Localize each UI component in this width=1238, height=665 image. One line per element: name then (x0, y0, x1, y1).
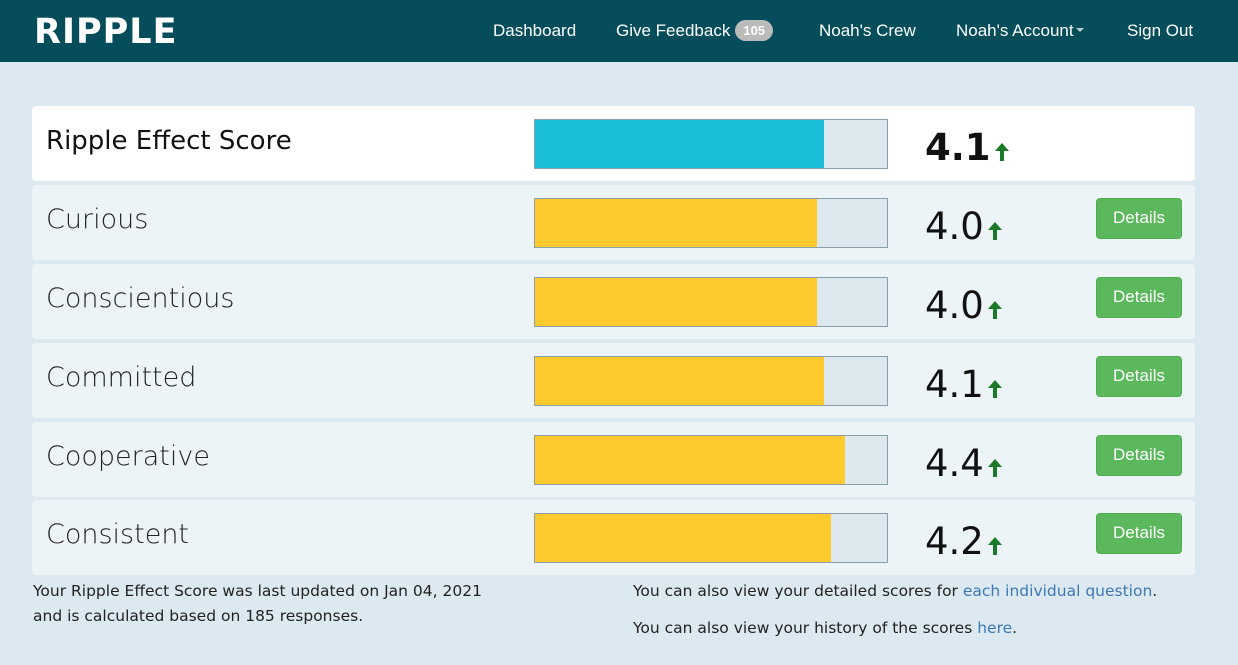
score-label: Consistent (46, 519, 190, 550)
score-value: 4.0 (925, 284, 1002, 328)
score-value: 4.0 (925, 205, 1002, 249)
score-number: 4.4 (925, 442, 984, 485)
score-bar-fill (535, 199, 817, 247)
trend-up-icon (987, 537, 1002, 555)
score-value: 4.1 (925, 126, 1009, 170)
score-value: 4.4 (925, 442, 1002, 486)
score-row-ripple-effect: Ripple Effect Score 4.1 (32, 106, 1195, 181)
score-update-line-1: Your Ripple Effect Score was last update… (33, 582, 482, 600)
trend-up-icon (987, 301, 1002, 319)
nav-account-dropdown[interactable]: Noah's Account (956, 20, 1084, 42)
feedback-count-badge: 105 (735, 20, 774, 41)
nav-account-label: Noah's Account (956, 21, 1074, 40)
score-update-line-2: and is calculated based on 185 responses… (33, 607, 364, 625)
score-row-curious: Curious 4.0 Details (32, 185, 1195, 260)
score-bar (534, 119, 888, 169)
score-value: 4.2 (925, 520, 1002, 564)
score-number: 4.2 (925, 520, 984, 563)
score-label: Ripple Effect Score (46, 126, 292, 156)
details-button-cooperative[interactable]: Details (1096, 435, 1182, 476)
score-bar (534, 277, 888, 327)
score-bar (534, 513, 888, 563)
score-row-committed: Committed 4.1 Details (32, 343, 1195, 418)
trend-up-icon (994, 143, 1009, 161)
details-button-consistent[interactable]: Details (1096, 513, 1182, 554)
score-bar-fill (535, 357, 824, 405)
score-bar (534, 435, 888, 485)
score-row-consistent: Consistent 4.2 Details (32, 500, 1195, 575)
score-update-note: Your Ripple Effect Score was last update… (33, 579, 482, 629)
history-suffix: . (1012, 619, 1018, 637)
nav-give-feedback-label: Give Feedback (616, 21, 731, 40)
score-label: Curious (46, 204, 149, 235)
score-value: 4.1 (925, 363, 1002, 407)
score-number: 4.1 (925, 126, 991, 169)
detailed-scores-note: You can also view your detailed scores f… (633, 579, 1157, 604)
score-label: Cooperative (46, 441, 210, 472)
score-row-conscientious: Conscientious 4.0 Details (32, 264, 1195, 339)
score-bar-fill (535, 514, 831, 562)
top-navbar: RIPPLE Dashboard Give Feedback 105 Noah's… (0, 0, 1238, 62)
score-row-cooperative: Cooperative 4.4 Details (32, 422, 1195, 497)
score-label: Conscientious (46, 283, 235, 314)
trend-up-icon (987, 380, 1002, 398)
trend-up-icon (987, 222, 1002, 240)
ripple-logo[interactable]: RIPPLE (34, 10, 178, 54)
nav-dashboard[interactable]: Dashboard (493, 20, 576, 42)
score-bar-fill (535, 436, 845, 484)
score-bar-fill (535, 278, 817, 326)
history-prefix: You can also view your history of the sc… (633, 619, 978, 637)
score-number: 4.0 (925, 284, 984, 327)
nav-give-feedback[interactable]: Give Feedback 105 (616, 20, 774, 42)
history-link[interactable]: here (977, 619, 1012, 637)
details-button-curious[interactable]: Details (1096, 198, 1182, 239)
detailed-scores-suffix: . (1152, 582, 1158, 600)
details-button-conscientious[interactable]: Details (1096, 277, 1182, 318)
score-number: 4.1 (925, 363, 984, 406)
trend-up-icon (987, 459, 1002, 477)
individual-question-link[interactable]: each individual question (963, 582, 1152, 600)
score-bar-fill (535, 120, 824, 168)
score-bar (534, 198, 888, 248)
nav-crew[interactable]: Noah's Crew (819, 20, 916, 42)
detailed-scores-prefix: You can also view your detailed scores f… (633, 582, 963, 600)
score-number: 4.0 (925, 205, 984, 248)
score-label: Committed (46, 362, 197, 393)
nav-sign-out[interactable]: Sign Out (1127, 20, 1193, 42)
history-note: You can also view your history of the sc… (633, 616, 1017, 641)
details-button-committed[interactable]: Details (1096, 356, 1182, 397)
score-bar (534, 356, 888, 406)
caret-down-icon (1075, 28, 1084, 32)
